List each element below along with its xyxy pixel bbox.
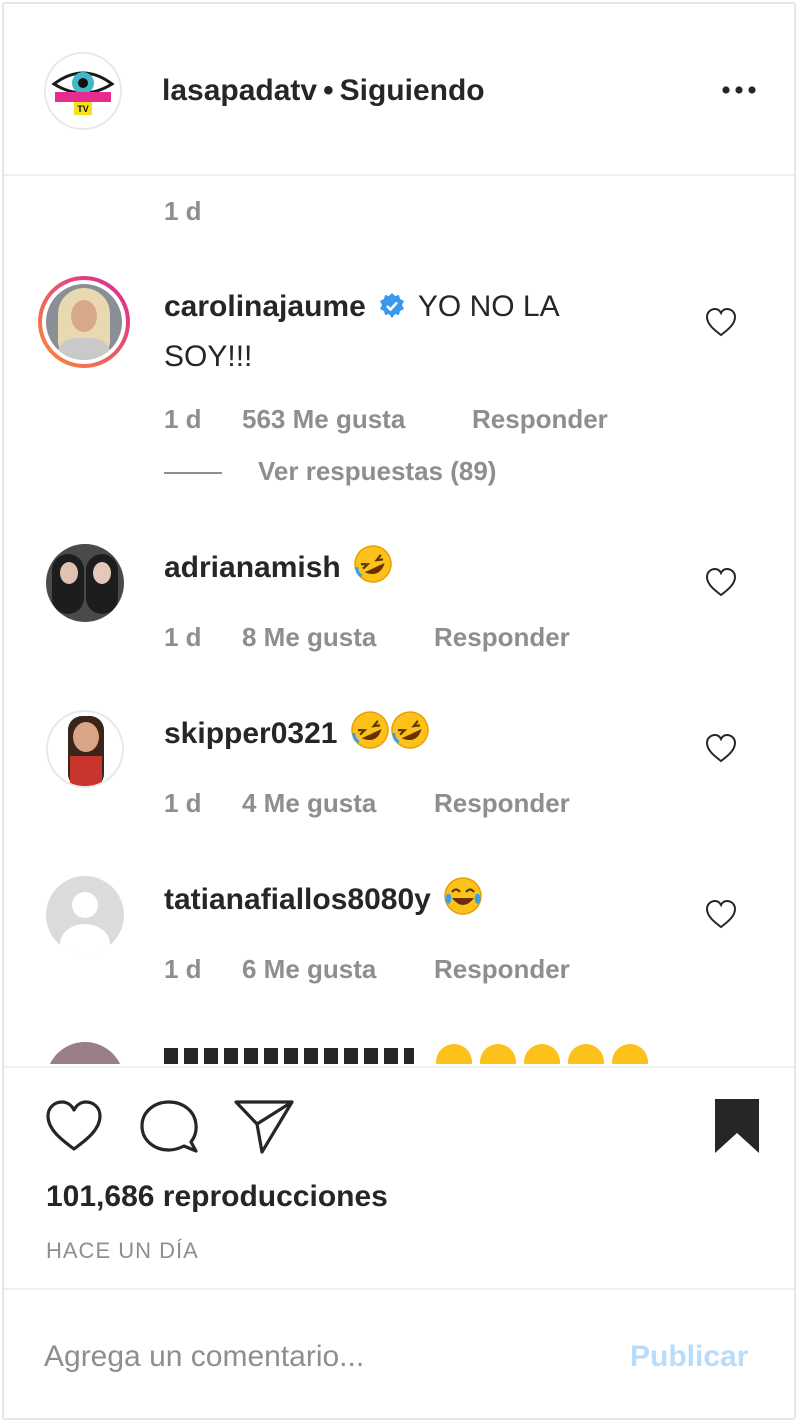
svg-text:TV: TV [77, 104, 89, 114]
rolling-laughing-emoji-icon [390, 710, 430, 750]
views-count[interactable]: 101,686 reproducciones [46, 1180, 388, 1214]
header-username[interactable]: lasapadatv [162, 74, 317, 107]
comment-time: 1 d [164, 954, 202, 984]
truncated-username [164, 1048, 414, 1064]
follow-status[interactable]: Siguiendo [340, 74, 485, 107]
post-dialog: TV lasapadatv • Siguiendo 1 d carolinaja… [2, 2, 796, 1420]
reply-button[interactable]: Responder [434, 954, 570, 985]
reply-button[interactable]: Responder [434, 622, 570, 653]
profile-avatar[interactable]: TV [44, 52, 122, 130]
comment-item-partial [4, 1040, 794, 1064]
comment-bubble-icon[interactable] [138, 1098, 200, 1161]
comment-body: tatianafiallos8080y [164, 876, 483, 923]
comment-likes[interactable]: 4 Me gusta [242, 788, 376, 819]
rolling-laughing-emoji-icon [353, 544, 393, 584]
comment-time: 1 d [164, 404, 202, 434]
header-title: lasapadatv • Siguiendo [162, 74, 485, 108]
tears-of-joy-emoji-icon [443, 876, 483, 916]
view-replies-label: Ver respuestas (89) [258, 456, 497, 486]
paper-plane-icon[interactable] [232, 1096, 296, 1161]
comment-like-heart-icon[interactable] [704, 306, 738, 338]
verified-badge-icon [378, 288, 406, 334]
comment-like-heart-icon[interactable] [704, 898, 738, 930]
comment-likes[interactable]: 563 Me gusta [242, 404, 405, 435]
comment-username[interactable]: carolinajaume [164, 290, 366, 323]
post-header: TV lasapadatv • Siguiendo [4, 4, 794, 176]
add-comment-bar: Publicar [4, 1292, 794, 1418]
rolling-laughing-emoji-icon [350, 710, 390, 750]
avatar[interactable] [46, 710, 124, 788]
comment-username[interactable]: tatianafiallos8080y [164, 883, 431, 916]
reply-button[interactable]: Responder [472, 404, 608, 435]
default-avatar-icon[interactable] [46, 876, 124, 954]
post-time[interactable]: HACE UN DÍA [46, 1238, 199, 1264]
separator-dot: • [323, 74, 334, 107]
heart-icon[interactable] [44, 1098, 104, 1159]
comment-likes[interactable]: 6 Me gusta [242, 954, 376, 985]
avatar [46, 1042, 124, 1064]
comment-likes[interactable]: 8 Me gusta [242, 622, 376, 653]
caption-time: 1 d [164, 196, 202, 226]
replies-divider-line [164, 472, 222, 475]
comment-time: 1 d [164, 788, 202, 818]
comment-body: adrianamish [164, 544, 393, 591]
reply-button[interactable]: Responder [434, 788, 570, 819]
comment-input[interactable] [44, 1332, 604, 1382]
channel-logo: TV [46, 54, 120, 128]
comment-username[interactable]: adrianamish [164, 551, 341, 584]
comment-body: skipper0321 [164, 710, 430, 757]
comment-like-heart-icon[interactable] [704, 566, 738, 598]
comment-like-heart-icon[interactable] [704, 732, 738, 764]
more-horizontal-icon[interactable] [716, 72, 762, 108]
publish-button[interactable]: Publicar [630, 1340, 748, 1374]
comment-avatar-story-ring[interactable] [38, 276, 130, 368]
bookmark-icon[interactable] [712, 1096, 762, 1161]
comment-time: 1 d [164, 622, 202, 652]
comments-list[interactable]: 1 d carolinajaume YO NO LA SOY!!! 1 d 56… [4, 178, 794, 1064]
view-replies-button[interactable]: Ver respuestas (89) [164, 456, 496, 487]
avatar [46, 284, 122, 360]
comment-username[interactable]: skipper0321 [164, 717, 337, 750]
comment-body: carolinajaume YO NO LA SOY!!! [164, 284, 634, 380]
avatar[interactable] [46, 544, 124, 622]
post-actions: 101,686 reproducciones HACE UN DÍA [4, 1066, 794, 1290]
